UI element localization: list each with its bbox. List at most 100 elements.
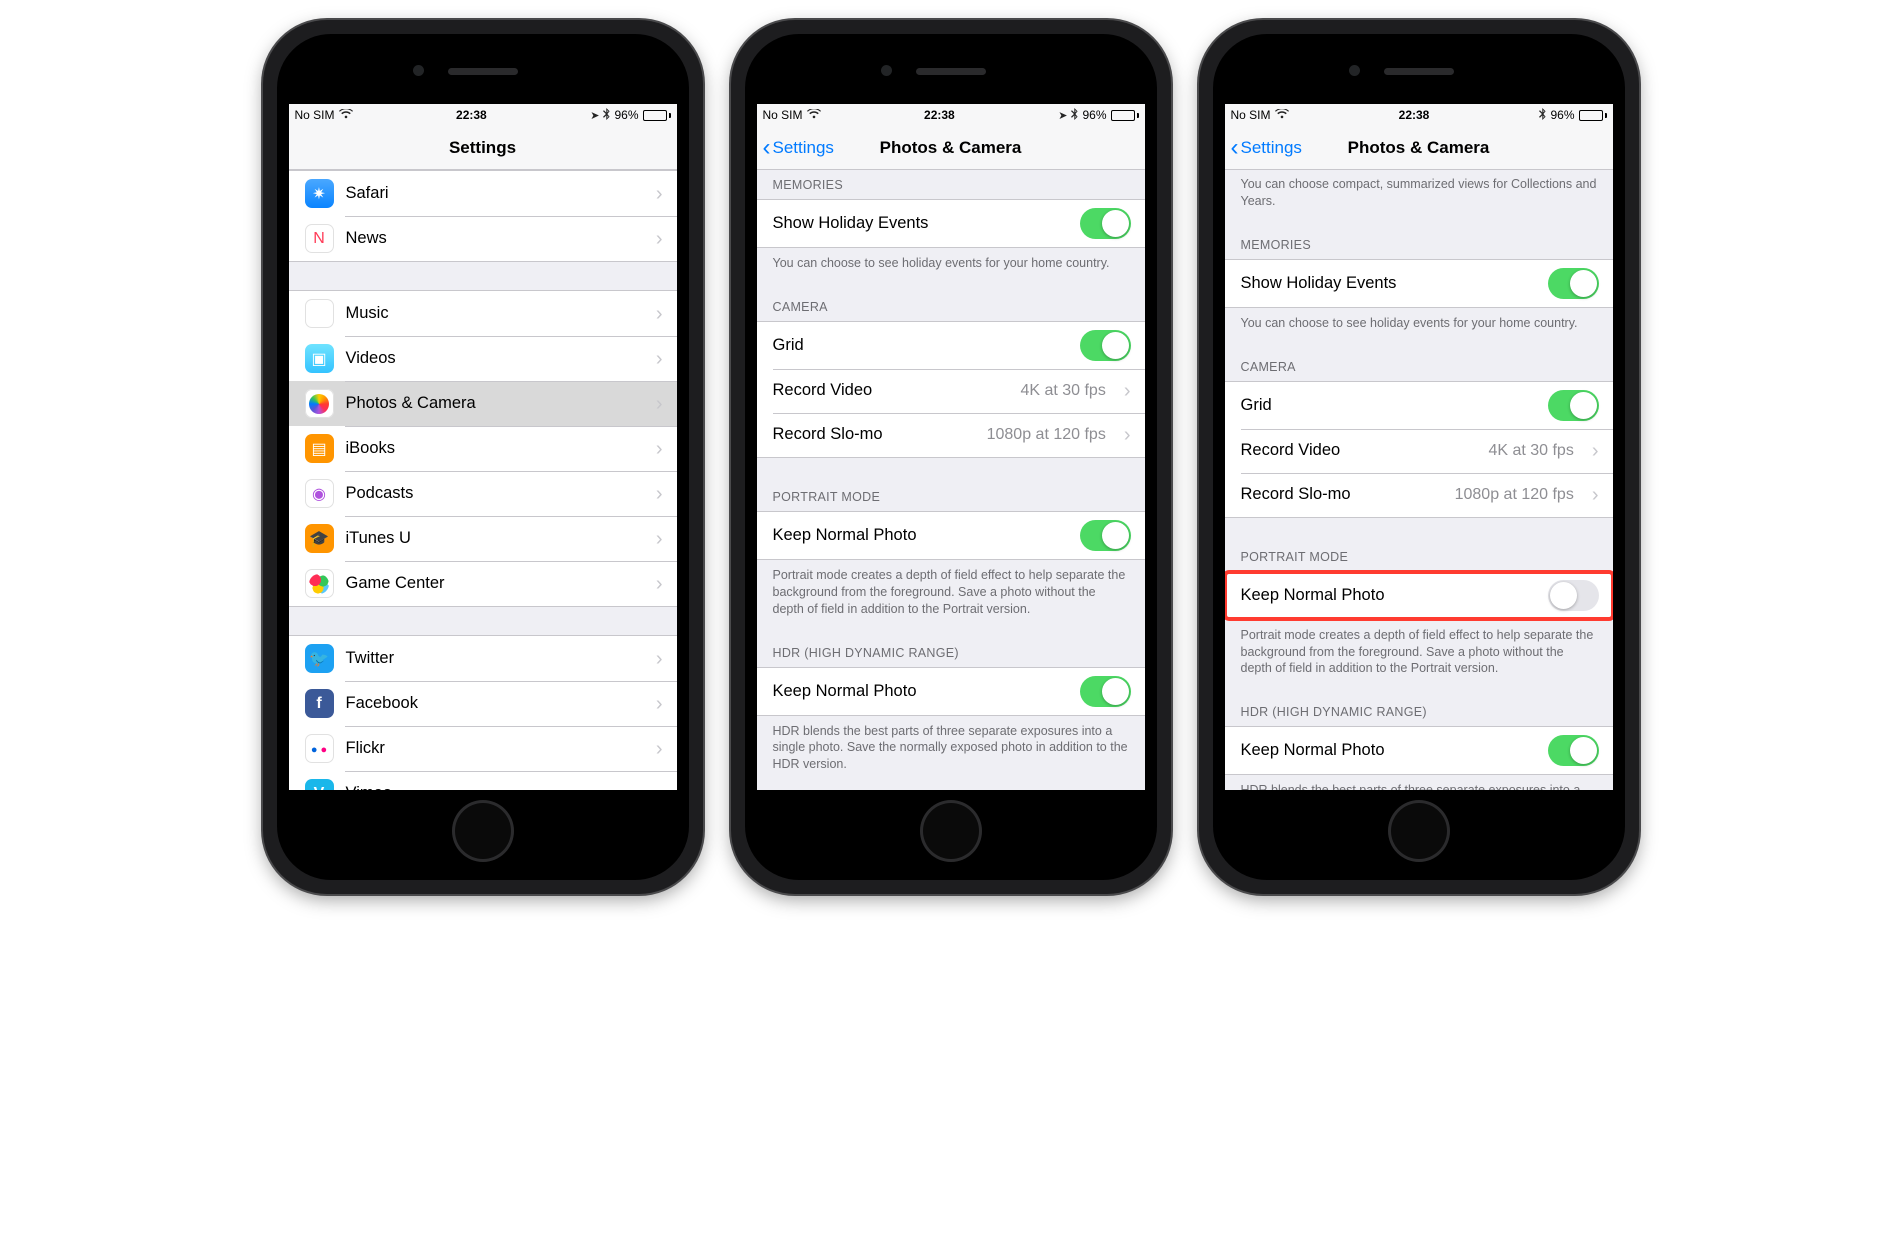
phone-frame: No SIM 22:38 ➤ 96% <box>263 20 703 894</box>
battery-pct: 96% <box>1550 108 1574 122</box>
battery-icon <box>1111 110 1139 121</box>
row-portrait-keep-normal[interactable]: Keep Normal Photo <box>757 512 1145 559</box>
chevron-right-icon: › <box>1592 441 1599 461</box>
settings-row-music[interactable]: ♪Music› <box>289 291 677 336</box>
settings-row-safari[interactable]: ✷Safari› <box>289 171 677 216</box>
phone-frame: No SIM 22:38 96% <box>1199 20 1639 894</box>
carrier-text: No SIM <box>1231 108 1271 122</box>
settings-row-gc[interactable]: Game Center› <box>289 561 677 606</box>
row-label: Record Video <box>1241 441 1477 460</box>
front-camera <box>413 65 424 76</box>
row-grid[interactable]: Grid <box>757 322 1145 369</box>
section-header-hdr: HDR (HIGH DYNAMIC RANGE) <box>1225 685 1613 726</box>
clock: 22:38 <box>924 108 955 122</box>
page-title: Photos & Camera <box>880 138 1022 158</box>
battery-icon <box>1579 110 1607 121</box>
row-show-holiday-events[interactable]: Show Holiday Events <box>1225 260 1613 307</box>
home-button[interactable] <box>920 800 982 862</box>
settings-row-itunesu[interactable]: 🎓iTunes U› <box>289 516 677 561</box>
toggle-show-holiday[interactable] <box>1080 208 1131 239</box>
row-record-slomo[interactable]: Record Slo-mo 1080p at 120 fps › <box>757 413 1145 457</box>
videos-icon: ▣ <box>305 344 334 373</box>
music-icon: ♪ <box>305 299 334 328</box>
chevron-right-icon: › <box>1592 485 1599 505</box>
home-button[interactable] <box>1388 800 1450 862</box>
back-button[interactable]: ‹ Settings <box>763 126 834 169</box>
section-header-memories: MEMORIES <box>757 170 1145 199</box>
gc-icon <box>305 569 334 598</box>
row-show-holiday-events[interactable]: Show Holiday Events <box>757 200 1145 247</box>
back-button[interactable]: ‹ Settings <box>1231 126 1302 169</box>
row-grid[interactable]: Grid <box>1225 382 1613 429</box>
chevron-right-icon: › <box>656 349 663 369</box>
toggle-portrait-keep-normal[interactable] <box>1548 580 1599 611</box>
settings-row-news[interactable]: NNews› <box>289 216 677 261</box>
row-label: Podcasts <box>346 484 638 503</box>
battery-icon <box>643 110 671 121</box>
home-button[interactable] <box>452 800 514 862</box>
phone-frame: No SIM 22:38 ➤ 96% <box>731 20 1171 894</box>
row-record-slomo[interactable]: Record Slo-mo 1080p at 120 fps › <box>1225 473 1613 517</box>
row-record-video[interactable]: Record Video 4K at 30 fps › <box>1225 429 1613 473</box>
settings-row-ibooks[interactable]: ▤iBooks› <box>289 426 677 471</box>
settings-list[interactable]: ✷Safari›NNews› ♪Music›▣Videos›Photos & Ca… <box>289 170 677 790</box>
photos-camera-list[interactable]: You can choose compact, summarized views… <box>1225 170 1613 790</box>
section-header-portrait: PORTRAIT MODE <box>757 458 1145 511</box>
row-label: Keep Normal Photo <box>1241 586 1536 605</box>
row-label: Record Slo-mo <box>773 425 975 444</box>
row-label: Facebook <box>346 694 638 713</box>
row-portrait-keep-normal[interactable]: Keep Normal Photo <box>1225 572 1613 619</box>
section-header-portrait: PORTRAIT MODE <box>1225 518 1613 571</box>
wifi-icon <box>1275 109 1289 122</box>
chevron-right-icon: › <box>656 484 663 504</box>
row-label: Keep Normal Photo <box>773 526 1068 545</box>
settings-row-flickr[interactable]: Flickr› <box>289 726 677 771</box>
front-camera <box>881 65 892 76</box>
section-header-hdr: HDR (HIGH DYNAMIC RANGE) <box>757 626 1145 667</box>
section-footer-hdr: HDR blends the best parts of three separ… <box>1225 775 1613 790</box>
row-record-video[interactable]: Record Video 4K at 30 fps › <box>757 369 1145 413</box>
settings-row-vimeo[interactable]: VVimeo› <box>289 771 677 790</box>
toggle-portrait-keep-normal[interactable] <box>1080 520 1131 551</box>
toggle-show-holiday[interactable] <box>1548 268 1599 299</box>
toggle-grid[interactable] <box>1548 390 1599 421</box>
location-icon: ➤ <box>1058 109 1067 122</box>
settings-row-twitter[interactable]: 🐦Twitter› <box>289 636 677 681</box>
battery-pct: 96% <box>1082 108 1106 122</box>
row-label: Keep Normal Photo <box>1241 741 1536 760</box>
toggle-hdr-keep-normal[interactable] <box>1080 676 1131 707</box>
battery-pct: 96% <box>614 108 638 122</box>
photos-camera-list[interactable]: MEMORIES Show Holiday Events You can cho… <box>757 170 1145 790</box>
chevron-right-icon: › <box>1124 381 1131 401</box>
wifi-icon <box>339 109 353 122</box>
earpiece <box>1384 68 1454 75</box>
toggle-hdr-keep-normal[interactable] <box>1548 735 1599 766</box>
chevron-right-icon: › <box>656 649 663 669</box>
settings-row-videos[interactable]: ▣Videos› <box>289 336 677 381</box>
settings-row-podcasts[interactable]: ◉Podcasts› <box>289 471 677 516</box>
earpiece <box>448 68 518 75</box>
chevron-right-icon: › <box>656 784 663 791</box>
twitter-icon: 🐦 <box>305 644 334 673</box>
wifi-icon <box>807 109 821 122</box>
bluetooth-icon <box>1539 108 1546 123</box>
safari-icon: ✷ <box>305 179 334 208</box>
clock: 22:38 <box>456 108 487 122</box>
page-title: Settings <box>449 138 516 158</box>
section-footer-summarize: You can choose compact, summarized views… <box>1225 170 1613 218</box>
settings-row-photos[interactable]: Photos & Camera› <box>289 381 677 426</box>
toggle-grid[interactable] <box>1080 330 1131 361</box>
carrier-text: No SIM <box>295 108 335 122</box>
page-title: Photos & Camera <box>1348 138 1490 158</box>
row-label: Grid <box>773 336 1068 355</box>
section-footer-portrait: Portrait mode creates a depth of field e… <box>757 560 1145 626</box>
nav-bar: ‹ Settings Photos & Camera <box>757 126 1145 170</box>
earpiece <box>916 68 986 75</box>
row-hdr-keep-normal[interactable]: Keep Normal Photo <box>757 668 1145 715</box>
carrier-text: No SIM <box>763 108 803 122</box>
chevron-right-icon: › <box>656 184 663 204</box>
row-label: iTunes U <box>346 529 638 548</box>
group-gap <box>289 262 677 290</box>
settings-row-facebook[interactable]: fFacebook› <box>289 681 677 726</box>
row-hdr-keep-normal[interactable]: Keep Normal Photo <box>1225 727 1613 774</box>
